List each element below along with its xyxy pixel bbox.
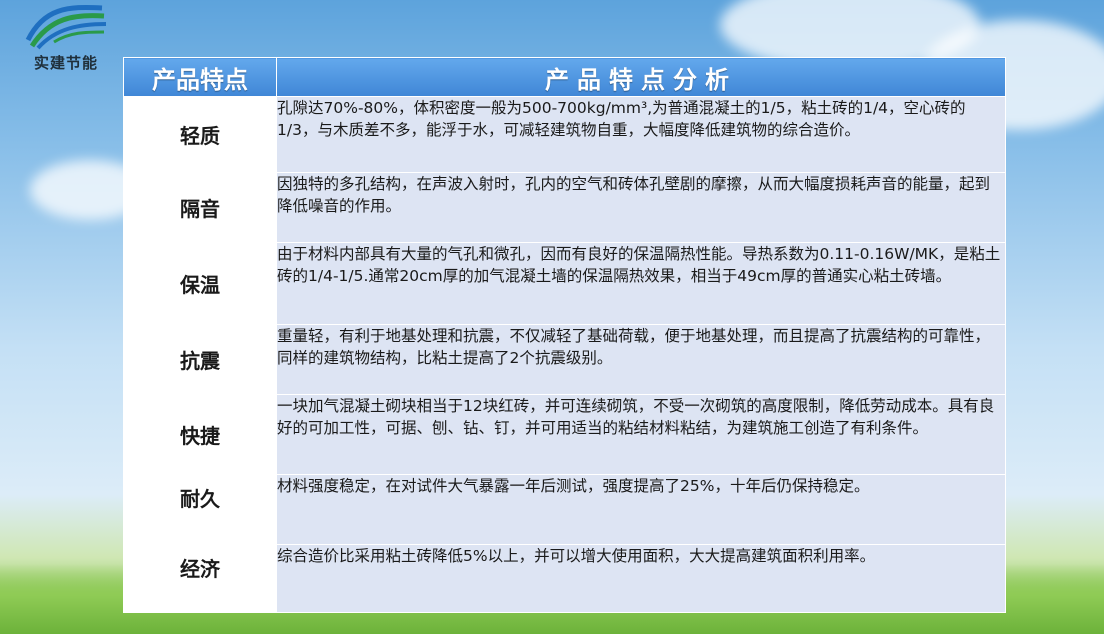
company-logo: 实建节能 (18, 2, 114, 74)
feature-cell: 抗震 (123, 324, 277, 395)
description-cell: 综合造价比采用粘土砖降低5%以上，并可以增大使用面积，大大提高建筑面积利用率。 (276, 544, 1006, 613)
company-logo-icon (25, 4, 107, 50)
description-cell: 由于材料内部具有大量的气孔和微孔，因而有良好的保温隔热性能。导热系数为0.11-… (276, 242, 1006, 325)
logo-text: 实建节能 (33, 54, 98, 72)
table-row: 保温 由于材料内部具有大量的气孔和微孔，因而有良好的保温隔热性能。导热系数为0.… (123, 242, 1006, 325)
feature-cell: 快捷 (123, 394, 277, 475)
description-cell: 材料强度稳定，在对试件大气暴露一年后测试，强度提高了25%，十年后仍保持稳定。 (276, 474, 1006, 545)
product-features-table: 产品特点 产品特点分析 轻质 孔隙达70%-80%，体积密度一般为500-700… (123, 57, 1006, 613)
header-feature: 产品特点 (123, 57, 277, 97)
description-cell: 重量轻，有利于地基处理和抗震，不仅减轻了基础荷载，便于地基处理，而且提高了抗震结… (276, 324, 1006, 395)
table-header-row: 产品特点 产品特点分析 (123, 57, 1006, 97)
table-row: 轻质 孔隙达70%-80%，体积密度一般为500-700kg/mm³,为普通混凝… (123, 96, 1006, 173)
feature-cell: 保温 (123, 242, 277, 325)
description-cell: 因独特的多孔结构，在声波入射时，孔内的空气和砖体孔壁剧的摩擦，从而大幅度损耗声音… (276, 172, 1006, 243)
description-cell: 孔隙达70%-80%，体积密度一般为500-700kg/mm³,为普通混凝土的1… (276, 96, 1006, 173)
table-row: 隔音 因独特的多孔结构，在声波入射时，孔内的空气和砖体孔壁剧的摩擦，从而大幅度损… (123, 172, 1006, 243)
feature-cell: 隔音 (123, 172, 277, 243)
feature-cell: 轻质 (123, 96, 277, 173)
description-cell: 一块加气混凝土砌块相当于12块红砖，并可连续砌筑，不受一次砌筑的高度限制，降低劳… (276, 394, 1006, 475)
header-analysis: 产品特点分析 (276, 57, 1006, 97)
table-row: 抗震 重量轻，有利于地基处理和抗震，不仅减轻了基础荷载，便于地基处理，而且提高了… (123, 324, 1006, 395)
feature-cell: 耐久 (123, 474, 277, 545)
feature-cell: 经济 (123, 544, 277, 613)
table-row: 快捷 一块加气混凝土砌块相当于12块红砖，并可连续砌筑，不受一次砌筑的高度限制，… (123, 394, 1006, 475)
table-row: 耐久 材料强度稳定，在对试件大气暴露一年后测试，强度提高了25%，十年后仍保持稳… (123, 474, 1006, 545)
table-row: 经济 综合造价比采用粘土砖降低5%以上，并可以增大使用面积，大大提高建筑面积利用… (123, 544, 1006, 613)
